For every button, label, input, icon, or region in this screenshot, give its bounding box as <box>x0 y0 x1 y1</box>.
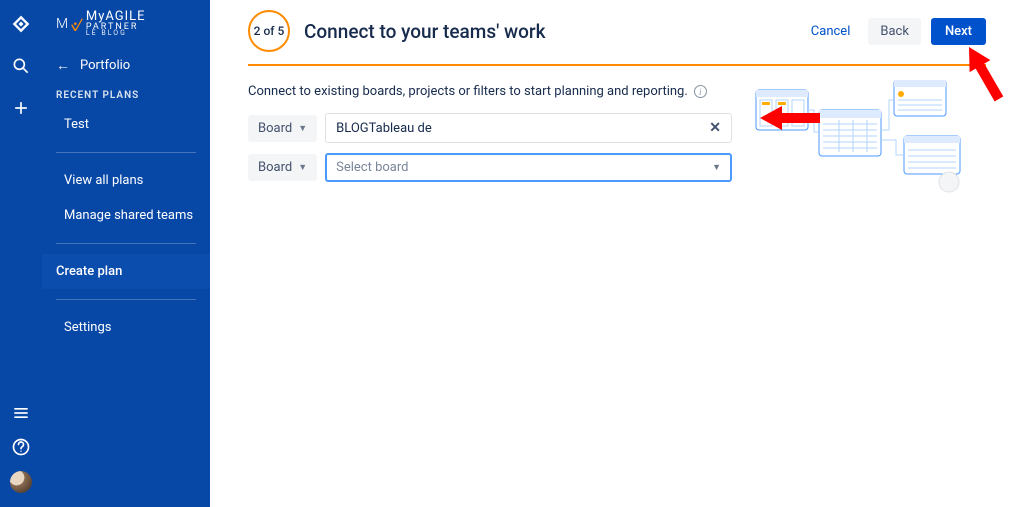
step-text: 2 of 5 <box>254 24 285 38</box>
brand-sub: LE BLOG <box>86 30 146 37</box>
global-rail <box>0 0 42 507</box>
back-arrow-icon[interactable]: ← <box>56 57 70 74</box>
issue-source-value-select[interactable]: BLOGTableau de ✕ <box>325 113 732 143</box>
divider <box>56 243 196 244</box>
issue-source-type-select[interactable]: Board ▼ <box>248 154 317 181</box>
select-board-placeholder: Select board <box>336 160 408 175</box>
sidebar-item-view-all[interactable]: View all plans <box>42 163 210 198</box>
portfolio-header[interactable]: ← Portfolio <box>42 47 210 90</box>
issue-source-row: Board ▼ Select board ▼ <box>248 153 732 182</box>
selected-board-label: BLOGTableau de <box>336 121 432 136</box>
issue-source-type-select[interactable]: Board ▼ <box>248 115 317 142</box>
divider <box>56 152 196 153</box>
step-badge: 2 of 5 <box>248 10 290 52</box>
search-icon[interactable] <box>11 56 31 76</box>
sidebar-item-manage-shared[interactable]: Manage shared teams <box>42 198 210 233</box>
page-title: Connect to your teams' work <box>304 20 789 43</box>
issue-sources-form: Board ▼ BLOGTableau de ✕ Board ▼ Select … <box>210 113 770 182</box>
help-icon[interactable] <box>11 437 31 457</box>
cancel-button[interactable]: Cancel <box>803 18 859 45</box>
avatar[interactable] <box>10 471 32 493</box>
chevron-down-icon: ▼ <box>712 162 721 173</box>
issue-source-type-label: Board <box>258 160 292 175</box>
wizard-actions: Cancel Back Next <box>803 18 986 45</box>
add-icon[interactable] <box>11 98 31 118</box>
issue-source-row: Board ▼ BLOGTableau de ✕ <box>248 113 732 143</box>
sidebar-item-create-plan[interactable]: Create plan <box>42 254 210 289</box>
clear-icon[interactable]: ✕ <box>709 120 721 136</box>
menu-icon[interactable] <box>11 403 31 423</box>
issue-source-type-label: Board <box>258 121 292 136</box>
sidebar: M୰ MyAGILE PARTNER LE BLOG ← Portfolio R… <box>42 0 210 507</box>
info-icon[interactable]: i <box>694 85 707 98</box>
sidebar-item-test[interactable]: Test <box>42 107 210 142</box>
brand-logo: M୰ MyAGILE PARTNER LE BLOG <box>42 10 210 47</box>
recent-plans-title: RECENT PLANS <box>42 90 210 107</box>
boards-illustration <box>754 80 984 200</box>
issue-source-value-select[interactable]: Select board ▼ <box>325 153 732 182</box>
divider <box>56 299 196 300</box>
chevron-down-icon: ▼ <box>298 123 307 134</box>
chevron-down-icon: ▼ <box>298 162 307 173</box>
sidebar-item-settings[interactable]: Settings <box>42 310 210 345</box>
wizard-header: 2 of 5 Connect to your teams' work Cance… <box>210 0 1024 60</box>
main-panel: 2 of 5 Connect to your teams' work Cance… <box>210 0 1024 507</box>
subtext-label: Connect to existing boards, projects or … <box>248 84 688 99</box>
portfolio-label: Portfolio <box>80 58 130 73</box>
annotation-arrow <box>760 100 820 136</box>
jira-logo-icon[interactable] <box>11 14 31 34</box>
back-button[interactable]: Back <box>868 18 921 45</box>
